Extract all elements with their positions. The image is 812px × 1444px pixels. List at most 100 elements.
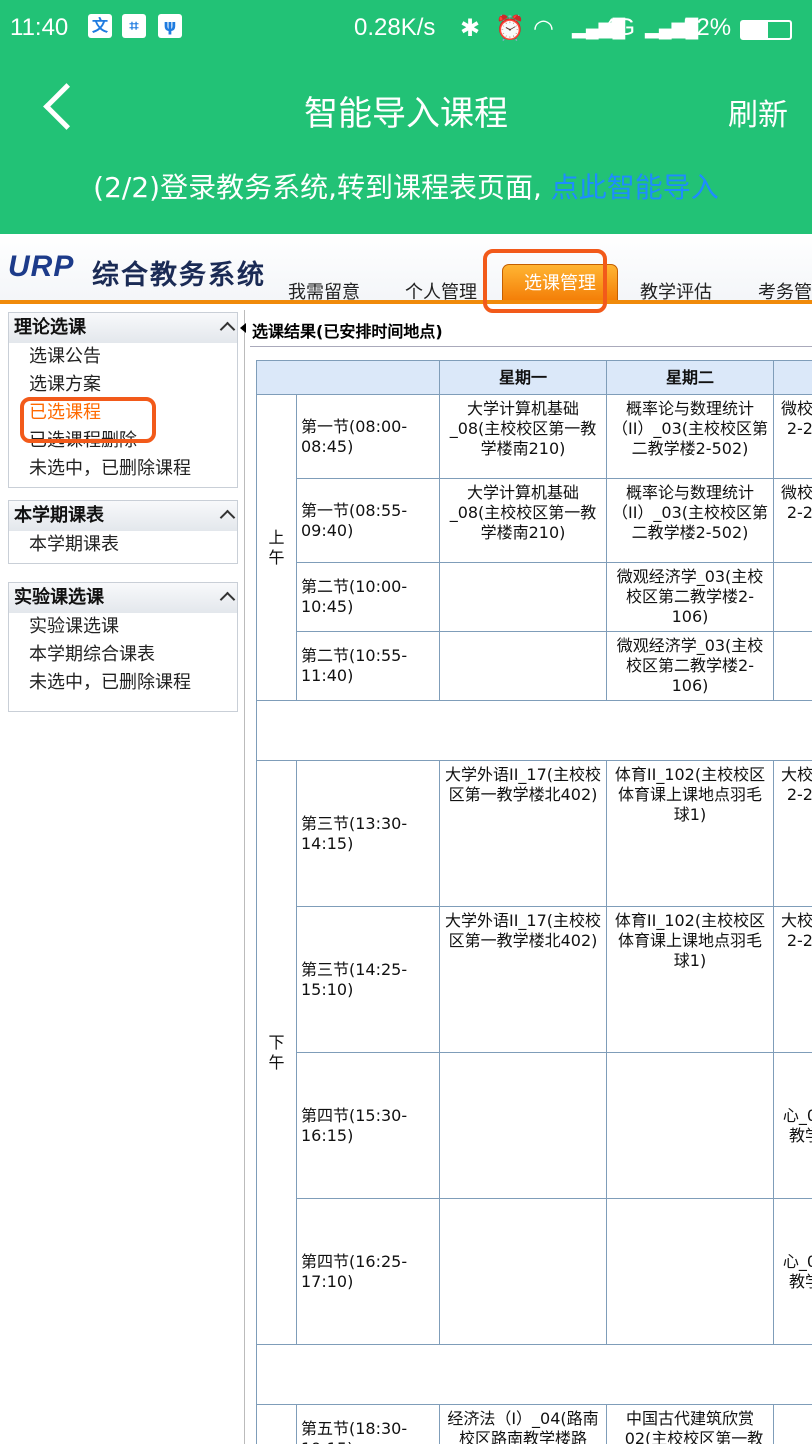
table-gap-row bbox=[256, 700, 812, 761]
section-title[interactable]: 本学期课表 bbox=[9, 501, 237, 531]
course-cell: 大学计算机基础_08(主校校区第一教学楼南210) bbox=[439, 478, 607, 563]
sidebar-section-term: 本学期课表 本学期课表 bbox=[8, 500, 238, 564]
morning-label: 上午 bbox=[256, 394, 297, 701]
course-cell: 微观经济学_03(主校校区第二教学楼2-106) bbox=[606, 631, 774, 701]
course-cell: 大学计算机基础_08(主校校区第一教学楼南210) bbox=[439, 394, 607, 479]
divider bbox=[250, 346, 812, 347]
table-header-row: 星期一 星期二 bbox=[256, 360, 812, 395]
top-header: 11:40 文 ⌗ ψ 0.28K/s ✱ ⏰ ◠ ▂▄▆█ 4G ▂▄▆█ 5… bbox=[0, 0, 812, 234]
period-cell: 第三节(14:25-15:10) bbox=[296, 906, 440, 1053]
period-cell: 第二节(10:00-10:45) bbox=[296, 562, 440, 632]
period-cell: 第一节(08:00-08:45) bbox=[296, 394, 440, 479]
course-cell: 经济法（I）_04(路南校区路南教学楼路南-407) bbox=[439, 1404, 607, 1444]
course-cell: 大学外语II_17(主校校区第一教学楼北402) bbox=[439, 760, 607, 907]
battery-icon bbox=[740, 20, 792, 40]
table-row: 第四节(16:25-17:10) 心_05教学 bbox=[257, 1198, 812, 1345]
refresh-button[interactable]: 刷新 bbox=[728, 90, 788, 134]
smart-import-link[interactable]: 点此智能导入 bbox=[551, 171, 719, 204]
highlight-sidebar bbox=[20, 397, 156, 443]
course-cell bbox=[439, 1198, 607, 1345]
sidebar-item-unselected-lab[interactable]: 未选中，已删除课程 bbox=[9, 669, 237, 697]
table-corner bbox=[256, 360, 440, 395]
wifi-icon: ◠ bbox=[533, 15, 554, 42]
course-cell: 心_05教学 bbox=[773, 1052, 812, 1199]
page-title: 智能导入课程 bbox=[304, 95, 508, 133]
chevron-up-icon[interactable] bbox=[219, 591, 236, 608]
course-cell: 微观经济学_03(主校校区第二教学楼2-106) bbox=[606, 562, 774, 632]
urp-header: URP 综合教务系统 我需留意 个人管理 选课管理 教学评估 考务管 bbox=[0, 234, 812, 304]
gap-cell bbox=[256, 700, 812, 761]
table-row: 第一节(08:55-09:40) 大学计算机基础_08(主校校区第一教学楼南21… bbox=[257, 478, 812, 563]
course-cell: 中国古代建筑欣赏_02(主校校区第一教学楼南114) bbox=[606, 1404, 774, 1444]
period-cell: 第四节(16:25-17:10) bbox=[296, 1198, 440, 1345]
alarm-icon: ⏰ bbox=[495, 15, 525, 42]
period-cell: 第二节(10:55-11:40) bbox=[296, 631, 440, 701]
course-cell bbox=[773, 631, 812, 701]
highlight-nav bbox=[483, 249, 607, 313]
urp-logo-text: 综合教务系统 bbox=[92, 260, 266, 291]
course-cell: 大学外语II_17(主校校区第一教学楼北402) bbox=[439, 906, 607, 1053]
import-hint: (2/2)登录教务系统,转到课程表页面, 点此智能导入 bbox=[0, 166, 812, 206]
status-time: 11:40 bbox=[10, 14, 69, 41]
screenshot-icon: ⌗ bbox=[122, 14, 146, 38]
table-row: 第二节(10:00-10:45) 微观经济学_03(主校校区第二教学楼2-106… bbox=[257, 562, 812, 632]
sidebar-item-announcement[interactable]: 选课公告 bbox=[9, 343, 237, 371]
course-cell: 概率论与数理统计（II）_03(主校校区第二教学楼2-502) bbox=[606, 478, 774, 563]
course-cell: 大校校2-21 bbox=[773, 906, 812, 1053]
course-cell: 微校校2-21 bbox=[773, 394, 812, 479]
collapse-left-icon[interactable] bbox=[240, 323, 246, 333]
course-cell: 心_05教学 bbox=[773, 1198, 812, 1345]
table-row: 第四节(15:30-16:15) 心_05教学 bbox=[257, 1052, 812, 1199]
course-cell bbox=[439, 1052, 607, 1199]
app-root: 11:40 文 ⌗ ψ 0.28K/s ✱ ⏰ ◠ ▂▄▆█ 4G ▂▄▆█ 5… bbox=[0, 0, 812, 1444]
course-cell bbox=[606, 1198, 774, 1345]
urp-webview: URP 综合教务系统 我需留意 个人管理 选课管理 教学评估 考务管 理论选课 … bbox=[0, 234, 812, 1444]
bluetooth-icon: ✱ bbox=[460, 15, 481, 42]
chevron-up-icon[interactable] bbox=[219, 321, 236, 338]
translate-icon: 文 bbox=[88, 14, 112, 38]
table-row: 第五节(18:30-19:15) 经济法（I）_04(路南校区路南教学楼路南-4… bbox=[256, 1404, 812, 1444]
table-gap-row bbox=[256, 1344, 812, 1405]
course-cell bbox=[773, 1404, 812, 1444]
section-title[interactable]: 理论选课 bbox=[9, 313, 237, 343]
course-cell: 微校校2-21 bbox=[773, 478, 812, 563]
afternoon-label: 下午 bbox=[256, 760, 297, 1345]
section-title[interactable]: 实验课选课 bbox=[9, 583, 237, 613]
sidebar-section-lab: 实验课选课 实验课选课 本学期综合课表 未选中，已删除课程 bbox=[8, 582, 238, 712]
status-network: 4G bbox=[603, 14, 636, 41]
status-speed: 0.28K/s bbox=[354, 14, 436, 41]
period-cell: 第三节(13:30-14:15) bbox=[296, 760, 440, 907]
urp-logo: URP bbox=[8, 250, 75, 283]
usb-icon: ψ bbox=[158, 14, 182, 38]
course-cell bbox=[773, 562, 812, 632]
table-row: 第三节(14:25-15:10) 大学外语II_17(主校校区第一教学楼北402… bbox=[257, 906, 812, 1053]
course-cell bbox=[439, 562, 607, 632]
sidebar-item-plan[interactable]: 选课方案 bbox=[9, 371, 237, 399]
day-header: 星期一 bbox=[439, 360, 607, 395]
course-cell: 体育II_102(主校校区体育课上课地点羽毛球1) bbox=[606, 760, 774, 907]
sidebar-item-lab-selection[interactable]: 实验课选课 bbox=[9, 613, 237, 641]
day-header: 星期二 bbox=[606, 360, 774, 395]
course-cell bbox=[439, 631, 607, 701]
course-cell bbox=[606, 1052, 774, 1199]
status-battery: 52% bbox=[683, 14, 732, 41]
course-cell: 大校校2-21 bbox=[773, 760, 812, 907]
period-cell: 第一节(08:55-09:40) bbox=[296, 478, 440, 563]
course-cell: 概率论与数理统计（II）_03(主校校区第二教学楼2-502) bbox=[606, 394, 774, 479]
result-title: 选课结果(已安排时间地点) bbox=[252, 322, 443, 341]
schedule-table: 星期一 星期二 上午 第一节(08:00-08:45) 大学计算机基础_08(主… bbox=[256, 360, 812, 1444]
evening-label bbox=[256, 1404, 297, 1444]
course-cell: 体育II_102(主校校区体育课上课地点羽毛球1) bbox=[606, 906, 774, 1053]
gap-cell bbox=[256, 1344, 812, 1405]
day-header-empty bbox=[773, 360, 812, 395]
period-cell: 第五节(18:30-19:15) bbox=[296, 1404, 440, 1444]
table-row: 第二节(10:55-11:40) 微观经济学_03(主校校区第二教学楼2-106… bbox=[257, 631, 812, 701]
sidebar-item-term-schedule[interactable]: 本学期课表 bbox=[9, 531, 237, 559]
sidebar-item-combined-schedule[interactable]: 本学期综合课表 bbox=[9, 641, 237, 669]
splitter[interactable] bbox=[244, 310, 250, 1444]
chevron-up-icon[interactable] bbox=[219, 509, 236, 526]
period-cell: 第四节(15:30-16:15) bbox=[296, 1052, 440, 1199]
table-row: 下午 第三节(13:30-14:15) 大学外语II_17(主校校区第一教学楼北… bbox=[256, 760, 812, 1345]
sidebar-item-unselected[interactable]: 未选中，已删除课程 bbox=[9, 455, 237, 483]
nav-underline bbox=[0, 300, 812, 304]
